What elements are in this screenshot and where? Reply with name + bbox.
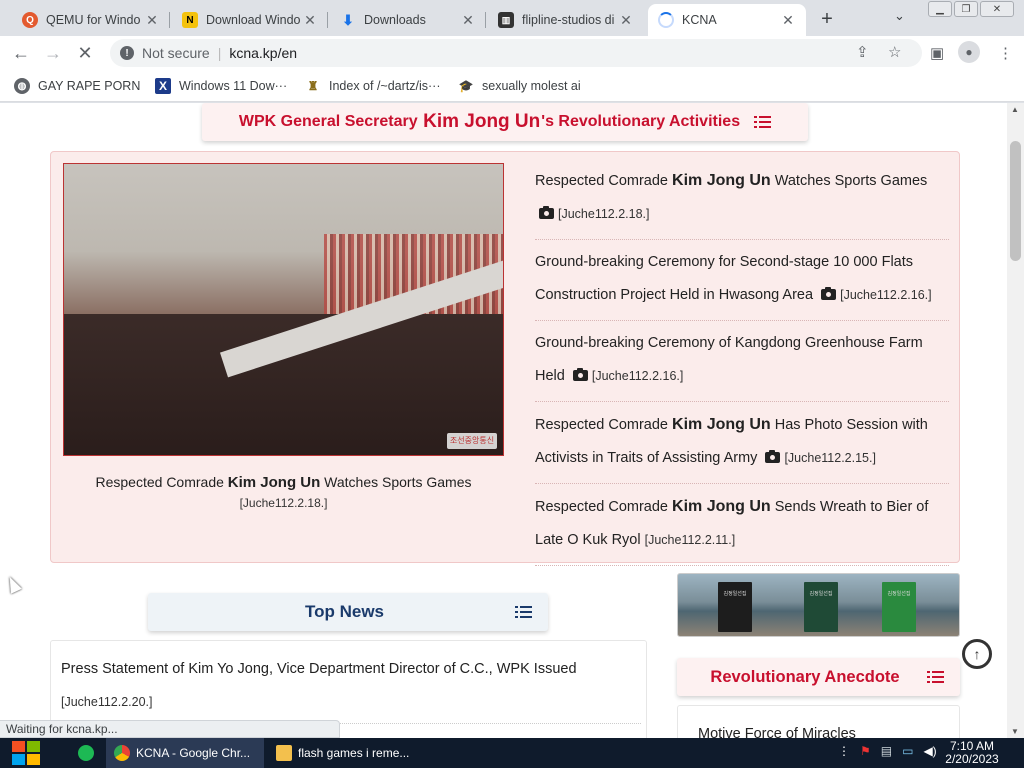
hero-photo[interactable]: 조선중앙통신 [63, 163, 504, 456]
hero-date: [Juche112.2.18.] [239, 496, 328, 510]
news-item[interactable]: Ground-breaking Ceremony for Second-stag… [535, 240, 949, 321]
scroll-to-top-button[interactable]: ↑ [962, 639, 992, 669]
maximize-button[interactable]: ❐ [954, 1, 978, 17]
camera-icon [572, 368, 588, 381]
menu-icon[interactable]: ⋮ [998, 44, 1013, 62]
spotify-taskbar-icon[interactable] [70, 738, 102, 768]
qemu-icon: Q [22, 12, 38, 28]
close-icon[interactable]: ✕ [780, 12, 796, 29]
tab-kcna[interactable]: KCNA ✕ [648, 4, 806, 36]
taskbar-app-folder[interactable]: flash games i reme... [268, 738, 426, 768]
anecdote-item[interactable]: Motive Force of Miracles [698, 726, 856, 738]
scrollbar-thumb[interactable] [1010, 141, 1021, 261]
network-icon[interactable]: ▭ [902, 744, 913, 758]
cap-icon: 🎓 [458, 79, 474, 93]
mouse-cursor-icon [4, 574, 22, 594]
folder-icon [276, 745, 292, 761]
profile-avatar-icon[interactable]: ● [958, 41, 980, 63]
bookmark-item[interactable]: X Windows 11 Dow··· [155, 78, 287, 94]
revolutionary-activities-panel: 조선중앙통신 Respected Comrade Kim Jong Un Wat… [50, 151, 960, 566]
printer-icon[interactable]: ▤ [881, 744, 892, 758]
share-icon[interactable]: ⇪ [856, 43, 869, 61]
camera-icon [539, 206, 554, 219]
tab-qemu[interactable]: Q QEMU for Windo ✕ [12, 4, 170, 36]
bookmark-star-icon[interactable]: ☆ [888, 43, 901, 61]
kcna-watermark: 조선중앙통신 [447, 433, 497, 449]
tab-download-windows[interactable]: N Download Windo ✕ [172, 4, 328, 36]
news-item[interactable]: Ground-breaking Ceremony of Kangdong Gre… [535, 321, 949, 402]
list-icon[interactable] [754, 115, 772, 129]
archive-icon: ▥ [498, 12, 514, 28]
revolutionary-activities-header[interactable]: WPK General Secretary Kim Jong Un 's Rev… [202, 103, 808, 141]
stop-loading-button[interactable]: ✕ [72, 41, 98, 65]
taskbar-clock[interactable]: 7:10 AM 2/20/2023 [932, 740, 1012, 766]
start-button[interactable] [10, 739, 42, 767]
download-site-icon: N [182, 12, 198, 28]
bookmark-item[interactable]: ♜ Index of /~dartz/is··· [305, 78, 441, 94]
warning-icon[interactable]: ! [120, 46, 134, 60]
tab-strip: Q QEMU for Windo ✕ N Download Windo ✕ ⬇ … [0, 0, 1024, 36]
x-logo-icon: X [155, 78, 171, 94]
top-news-item[interactable]: Press Statement of Kim Yo Jong, Vice Dep… [61, 653, 641, 724]
close-icon[interactable]: ✕ [618, 12, 634, 29]
bookmarks-bar: ◍ GAY RAPE PORN X Windows 11 Dow··· ♜ In… [0, 70, 1024, 102]
bookmark-item[interactable]: ◍ GAY RAPE PORN [14, 78, 140, 94]
bookmark-item[interactable]: 🎓 sexually molest ai [458, 78, 581, 94]
browser-toolbar: ← → ✕ ! Not secure | kcna.kp/en ⇪ ☆ ▣ ⋮ [0, 36, 1024, 70]
books-banner[interactable]: 김정일선집 김정일선집 김정일선집 [677, 573, 960, 637]
new-tab-button[interactable]: + [814, 6, 840, 32]
news-list: Respected Comrade Kim Jong Un Watches Sp… [535, 158, 949, 566]
tab-title: KCNA [682, 13, 717, 27]
web-page: WPK General Secretary Kim Jong Un 's Rev… [0, 103, 1007, 738]
revolutionary-anecdote-header[interactable]: Revolutionary Anecdote [677, 658, 960, 696]
tab-downloads[interactable]: ⬇ Downloads ✕ [330, 4, 486, 36]
forward-button[interactable]: → [40, 41, 66, 65]
taskbar-app-chrome[interactable]: KCNA - Google Chr... [106, 738, 264, 768]
tray-overflow-icon[interactable]: ⋮ [838, 744, 850, 758]
tab-search-icon[interactable]: ⌄ [894, 8, 905, 24]
tab-title: Download Windo [206, 13, 301, 27]
camera-icon [765, 450, 781, 463]
page-scrollbar[interactable]: ▲ ▼ [1007, 103, 1024, 738]
top-news-header[interactable]: Top News [148, 593, 548, 631]
news-item[interactable]: Respected Comrade Kim Jong Un Watches Sp… [535, 158, 949, 240]
back-button[interactable]: ← [8, 41, 34, 65]
close-icon[interactable]: ✕ [460, 12, 476, 29]
tab-title: Downloads [364, 13, 426, 27]
spotify-icon [78, 745, 94, 761]
address-bar[interactable]: ! Not secure | kcna.kp/en ⇪ ☆ [110, 39, 922, 67]
close-icon[interactable]: ✕ [144, 12, 160, 29]
list-icon[interactable] [515, 605, 532, 619]
side-panel-icon[interactable]: ▣ [930, 44, 944, 62]
camera-icon [821, 287, 837, 300]
tab-title: QEMU for Windo [46, 13, 141, 27]
flag-icon[interactable]: ⚑ [860, 744, 871, 758]
loading-icon [658, 12, 674, 28]
news-item[interactable]: Respected Comrade Kim Jong Un Has Photo … [535, 402, 949, 484]
anecdote-list: Motive Force of Miracles [677, 705, 960, 738]
folder-man-icon: ♜ [307, 79, 319, 93]
chrome-icon [114, 745, 130, 761]
news-item[interactable]: Respected Comrade Kim Jong Un Sends Wrea… [535, 484, 949, 566]
download-icon: ⬇ [342, 11, 354, 28]
system-tray: ⋮ ⚑ ▤ ▭ ◀) [838, 744, 937, 758]
security-label[interactable]: Not secure [142, 45, 210, 61]
close-icon[interactable]: ✕ [302, 12, 318, 29]
close-window-button[interactable]: ✕ [980, 1, 1014, 17]
windows-taskbar: KCNA - Google Chr... flash games i reme.… [0, 738, 1024, 768]
tab-flipline[interactable]: ▥ flipline-studios di ✕ [488, 4, 644, 36]
list-icon[interactable] [927, 670, 944, 684]
status-bubble: Waiting for kcna.kp... [0, 720, 340, 738]
tab-title: flipline-studios di [522, 13, 615, 27]
globe-icon: ◍ [14, 78, 30, 94]
hero-caption[interactable]: Respected Comrade Kim Jong Un Watches Sp… [63, 474, 504, 491]
url-text[interactable]: kcna.kp/en [229, 45, 297, 61]
minimize-button[interactable]: ▁ [928, 1, 952, 17]
